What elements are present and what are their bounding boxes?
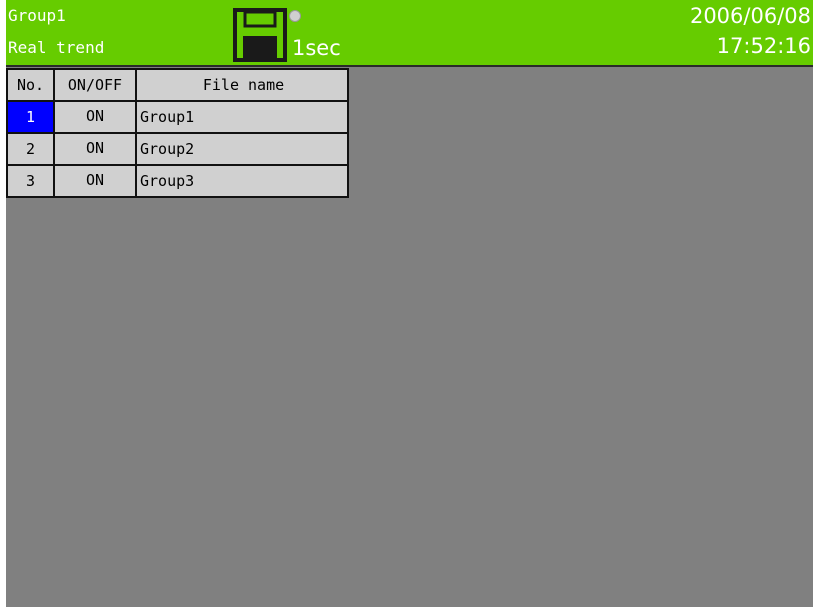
column-header-no: No. — [6, 68, 55, 102]
onoff-toggle[interactable]: ON — [53, 164, 137, 198]
row-number-cell[interactable]: 3 — [6, 164, 55, 198]
status-led-icon — [289, 10, 301, 22]
file-name-cell[interactable]: Group1 — [135, 100, 349, 134]
time-display: 17:52:16 — [716, 34, 811, 58]
record-interval: 1sec — [292, 36, 341, 60]
table-row[interactable]: 2 ON Group2 — [6, 132, 349, 166]
table-row[interactable]: 3 ON Group3 — [6, 164, 349, 198]
onoff-label: ON — [85, 139, 105, 157]
onoff-toggle[interactable]: ON — [53, 132, 137, 166]
file-name-cell[interactable]: Group2 — [135, 132, 349, 166]
screen: Group1 Real trend 1sec 2006/06/08 17:52:… — [6, 0, 813, 607]
file-name-cell[interactable]: Group3 — [135, 164, 349, 198]
floppy-disk-icon — [233, 8, 287, 62]
date-display: 2006/06/08 — [689, 4, 811, 28]
row-number-cell[interactable]: 1 — [6, 100, 55, 134]
column-header-file-name: File name — [135, 68, 349, 102]
row-number-cell[interactable]: 2 — [6, 132, 55, 166]
status-header: Group1 Real trend 1sec 2006/06/08 17:52:… — [6, 0, 813, 67]
table-header-row: No. ON/OFF File name — [6, 68, 349, 102]
onoff-label: ON — [85, 107, 105, 125]
onoff-toggle[interactable]: ON — [53, 100, 137, 134]
column-header-onoff: ON/OFF — [53, 68, 137, 102]
table-row[interactable]: 1 ON Group1 — [6, 100, 349, 134]
display-mode: Real trend — [8, 38, 105, 57]
group-name: Group1 — [8, 6, 66, 25]
onoff-label: ON — [85, 171, 105, 189]
file-table: No. ON/OFF File name 1 ON Group1 2 ON Gr… — [6, 68, 349, 198]
